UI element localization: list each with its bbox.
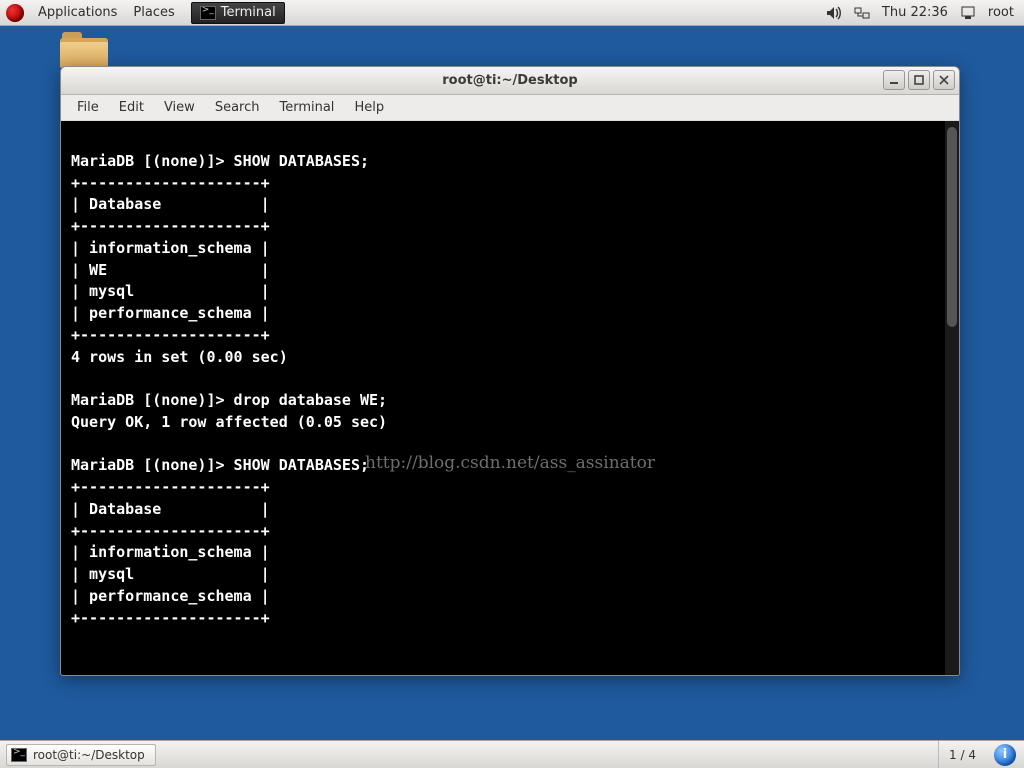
titlebar[interactable]: root@ti:~/Desktop bbox=[61, 67, 959, 95]
maximize-button[interactable] bbox=[908, 70, 930, 90]
terminal-icon bbox=[200, 6, 216, 20]
user-label[interactable]: root bbox=[988, 5, 1014, 20]
taskbar-item-terminal-bottom[interactable]: root@ti:~/Desktop bbox=[6, 744, 156, 766]
scrollbar-thumb[interactable] bbox=[947, 127, 957, 327]
menu-edit[interactable]: Edit bbox=[109, 100, 154, 115]
menu-help[interactable]: Help bbox=[344, 100, 394, 115]
info-icon[interactable]: i bbox=[994, 744, 1016, 766]
window-title: root@ti:~/Desktop bbox=[61, 73, 959, 88]
taskbar-item-label: Terminal bbox=[221, 5, 276, 20]
applications-menu[interactable]: Applications bbox=[30, 0, 125, 26]
volume-icon[interactable] bbox=[826, 6, 842, 20]
watermark-text: http://blog.csdn.net/ass_assinator bbox=[365, 451, 655, 476]
taskbar-item-terminal[interactable]: Terminal bbox=[191, 2, 285, 24]
menu-search[interactable]: Search bbox=[205, 100, 270, 115]
workspace-indicator[interactable]: 1 / 4 bbox=[938, 741, 986, 768]
minimize-button[interactable] bbox=[883, 70, 905, 90]
terminal-output[interactable]: MariaDB [(none)]> SHOW DATABASES; +-----… bbox=[61, 121, 959, 675]
menu-file[interactable]: File bbox=[67, 100, 109, 115]
bottom-panel: root@ti:~/Desktop 1 / 4 i bbox=[0, 740, 1024, 768]
places-menu[interactable]: Places bbox=[125, 0, 182, 26]
terminal-window: root@ti:~/Desktop File Edit View Search … bbox=[60, 66, 960, 676]
distro-logo-icon[interactable] bbox=[6, 4, 24, 22]
taskbar-item-label: root@ti:~/Desktop bbox=[33, 748, 145, 762]
desktop-folder-icon[interactable] bbox=[60, 28, 108, 68]
scrollbar[interactable] bbox=[945, 121, 959, 675]
menubar: File Edit View Search Terminal Help bbox=[61, 95, 959, 121]
network-icon[interactable] bbox=[854, 6, 870, 20]
user-icon[interactable] bbox=[960, 6, 976, 20]
close-button[interactable] bbox=[933, 70, 955, 90]
system-tray: Thu 22:36 root bbox=[826, 5, 1024, 20]
top-panel: Applications Places Terminal Thu 22:36 r… bbox=[0, 0, 1024, 26]
menu-terminal[interactable]: Terminal bbox=[269, 100, 344, 115]
terminal-icon bbox=[11, 748, 27, 762]
clock[interactable]: Thu 22:36 bbox=[882, 5, 948, 20]
menu-view[interactable]: View bbox=[154, 100, 205, 115]
